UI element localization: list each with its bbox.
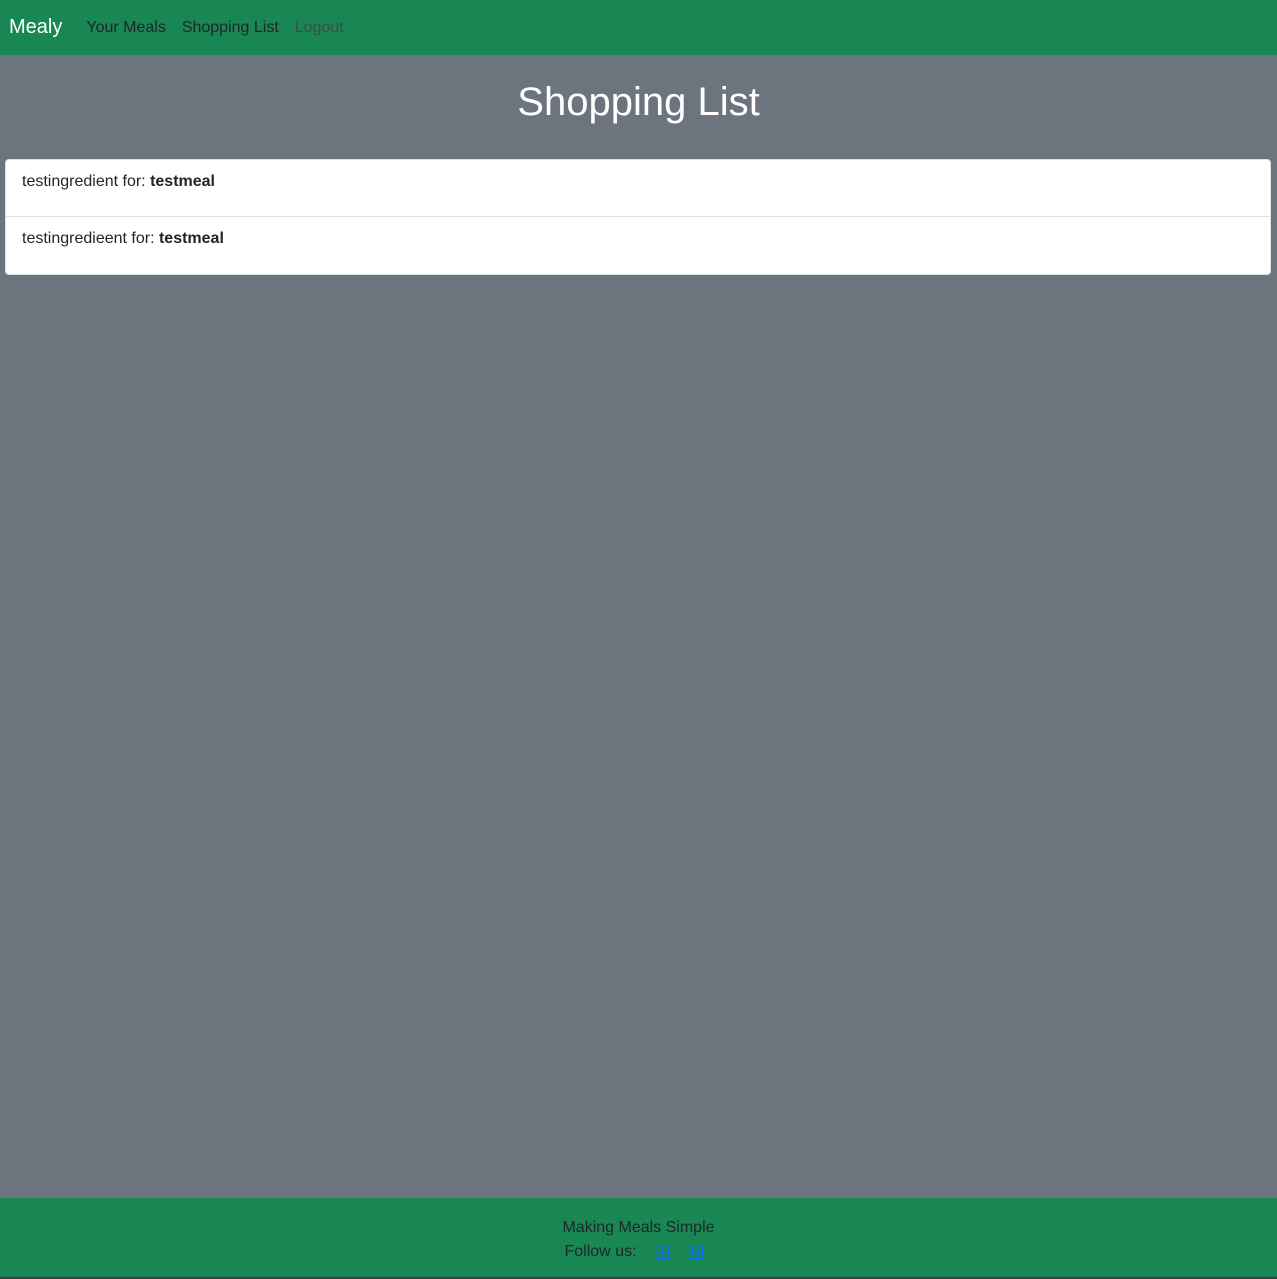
ingredient-text: testingredieent for: bbox=[22, 230, 159, 247]
list-item: testingredieent for: testmeal bbox=[6, 217, 1270, 274]
nav-shopping-list[interactable]: Shopping List bbox=[182, 19, 279, 37]
meal-name: testmeal bbox=[150, 173, 215, 190]
shopping-list: testingredient for: testmeal testingredi… bbox=[5, 159, 1271, 275]
follow-row: Follow us: bbox=[0, 1242, 1277, 1262]
facebook-icon[interactable] bbox=[654, 1244, 669, 1260]
page-footer: Making Meals Simple Follow us: bbox=[0, 1198, 1277, 1277]
top-navbar: Mealy Your Meals Shopping List Logout bbox=[0, 0, 1277, 55]
ingredient-text: testingredient for: bbox=[22, 173, 151, 190]
list-item: testingredient for: testmeal bbox=[6, 160, 1270, 217]
follow-label: Follow us: bbox=[564, 1243, 637, 1260]
footer-tagline: Making Meals Simple bbox=[562, 1219, 715, 1236]
meal-name: testmeal bbox=[158, 230, 224, 247]
page-title: Shopping List bbox=[517, 80, 760, 124]
linkedin-icon[interactable] bbox=[688, 1244, 703, 1260]
nav-your-meals[interactable]: Your Meals bbox=[86, 19, 165, 37]
brand-logo[interactable]: Mealy bbox=[9, 16, 62, 39]
nav-logout[interactable]: Logout bbox=[295, 19, 344, 37]
